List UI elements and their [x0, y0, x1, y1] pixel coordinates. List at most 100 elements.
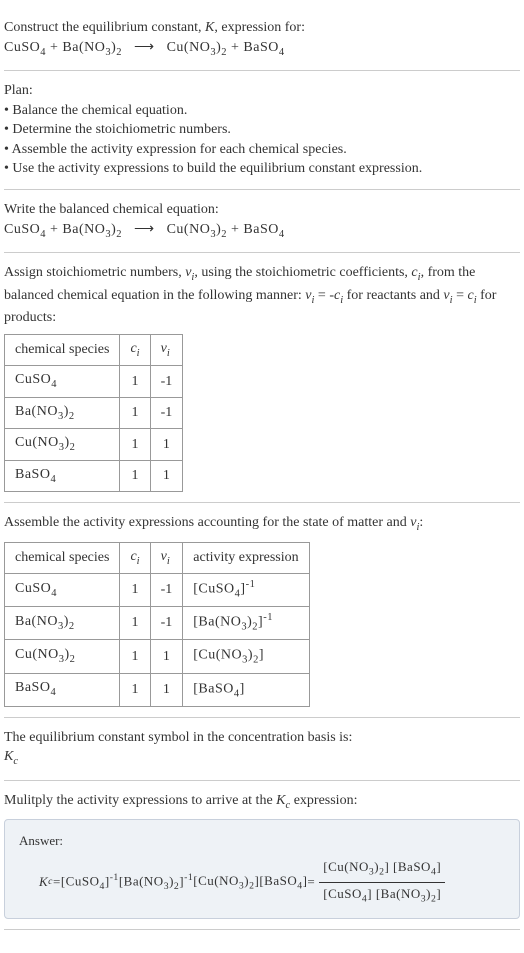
sub: 4 [279, 46, 285, 57]
cell-c: 1 [120, 673, 150, 706]
species: CuSO [4, 222, 40, 237]
table-header-row: chemical species ci νi [5, 334, 183, 365]
answer-label: Answer: [19, 832, 505, 850]
text: : [419, 515, 423, 530]
text: Assign stoichiometric numbers, [4, 265, 185, 280]
cell-nu: -1 [150, 397, 183, 428]
equation-unbalanced: CuSO4 + Ba(NO3)2 ⟶ Cu(NO3)2 + BaSO4 [4, 38, 520, 60]
species: Cu(NO [167, 222, 211, 237]
equation-balanced: CuSO4 + Ba(NO3)2 ⟶ Cu(NO3)2 + BaSO4 [4, 220, 520, 242]
eq: = [307, 873, 315, 891]
plus: + [46, 40, 62, 55]
term: [Ba(NO3)2]-1 [119, 871, 193, 894]
th-nu: νi [150, 334, 183, 365]
cell-nu: -1 [150, 607, 183, 640]
kc: K [39, 873, 48, 891]
stoich-section: Assign stoichiometric numbers, νi, using… [4, 253, 520, 503]
table-header-row: chemical species ci νi activity expressi… [5, 542, 310, 573]
cell-species: Ba(NO3)2 [5, 607, 120, 640]
term: [CuSO4]-1 [61, 871, 119, 894]
cell-nu: 1 [150, 460, 183, 491]
sub: 2 [116, 46, 122, 57]
text: Mulitply the activity expressions to arr… [4, 793, 276, 808]
cell-c: 1 [120, 607, 150, 640]
stoich-intro: Assign stoichiometric numbers, νi, using… [4, 263, 520, 328]
term: [BaSO4] [259, 872, 307, 893]
prompt-text-b: , expression for: [214, 20, 305, 35]
table-row: BaSO411[BaSO4] [5, 673, 310, 706]
th-c: ci [120, 542, 150, 573]
text: expression: [290, 793, 357, 808]
species: Cu(NO [167, 40, 211, 55]
table-row: Ba(NO3)21-1[Ba(NO3)2]-1 [5, 607, 310, 640]
cell-species: BaSO4 [5, 673, 120, 706]
cell-species: Cu(NO3)2 [5, 429, 120, 460]
cell-species: CuSO4 [5, 366, 120, 397]
plus: + [227, 40, 243, 55]
kc: K [276, 793, 285, 808]
plan-bullet: • Balance the chemical equation. [4, 101, 520, 121]
plan-bullet: • Use the activity expressions to build … [4, 159, 520, 179]
species: Ba(NO [62, 40, 105, 55]
final-title: Mulitply the activity expressions to arr… [4, 791, 520, 813]
fraction: [Cu(NO3)2] [BaSO4] [CuSO4] [Ba(NO3)2] [319, 858, 445, 905]
th-nu: νi [150, 542, 183, 573]
table-row: Ba(NO3)21-1 [5, 397, 183, 428]
numerator: [Cu(NO3)2] [BaSO4] [319, 858, 445, 882]
cell-species: CuSO4 [5, 574, 120, 607]
text: = [453, 288, 468, 303]
plus: + [227, 222, 243, 237]
kc-symbol: Kc [4, 747, 520, 769]
balanced-section: Write the balanced chemical equation: Cu… [4, 190, 520, 253]
species: BaSO [243, 40, 278, 55]
th-species: chemical species [5, 334, 120, 365]
answer-box: Answer: Kc = [CuSO4]-1 [Ba(NO3)2]-1 [Cu(… [4, 819, 520, 919]
th-c: ci [120, 334, 150, 365]
plan-section: Plan: • Balance the chemical equation. •… [4, 71, 520, 190]
cell-nu: -1 [150, 574, 183, 607]
cell-activity: [Ba(NO3)2]-1 [183, 607, 309, 640]
cell-species: BaSO4 [5, 460, 120, 491]
plan-bullet: • Determine the stoichiometric numbers. [4, 120, 520, 140]
species: Ba(NO [62, 222, 105, 237]
table-row: CuSO41-1[CuSO4]-1 [5, 574, 310, 607]
cell-nu: 1 [150, 429, 183, 460]
cell-c: 1 [120, 429, 150, 460]
cell-c: 1 [120, 397, 150, 428]
activity-table: chemical species ci νi activity expressi… [4, 542, 310, 707]
cell-c: 1 [120, 366, 150, 397]
arrow-icon: ⟶ [134, 40, 155, 55]
k-symbol: K [205, 20, 214, 35]
species: CuSO [4, 40, 40, 55]
table-row: BaSO411 [5, 460, 183, 491]
eq: = [53, 873, 61, 891]
balanced-title: Write the balanced chemical equation: [4, 200, 520, 220]
sub: i [167, 347, 170, 358]
cell-species: Ba(NO3)2 [5, 397, 120, 428]
sub: 4 [279, 228, 285, 239]
sub: i [137, 347, 140, 358]
table-row: CuSO41-1 [5, 366, 183, 397]
cell-activity: [Cu(NO3)2] [183, 640, 309, 673]
plan-bullet: • Assemble the activity expression for e… [4, 140, 520, 160]
activity-section: Assemble the activity expressions accoun… [4, 503, 520, 718]
symbol-section: The equilibrium constant symbol in the c… [4, 718, 520, 781]
th-activity: activity expression [183, 542, 309, 573]
prompt-text: Construct the equilibrium constant, [4, 20, 205, 35]
sub: 2 [116, 228, 122, 239]
cell-nu: 1 [150, 673, 183, 706]
prompt-line1: Construct the equilibrium constant, K, e… [4, 18, 520, 38]
cell-activity: [BaSO4] [183, 673, 309, 706]
text: = - [314, 288, 334, 303]
text: Assemble the activity expressions accoun… [4, 515, 410, 530]
prompt-section: Construct the equilibrium constant, K, e… [4, 8, 520, 71]
cell-nu: -1 [150, 366, 183, 397]
final-section: Mulitply the activity expressions to arr… [4, 781, 520, 930]
text: for reactants and [343, 288, 443, 303]
plan-title: Plan: [4, 81, 520, 101]
arrow-icon: ⟶ [134, 222, 155, 237]
table-row: Cu(NO3)211[Cu(NO3)2] [5, 640, 310, 673]
cell-c: 1 [120, 460, 150, 491]
term: [Cu(NO3)2] [193, 872, 259, 893]
cell-activity: [CuSO4]-1 [183, 574, 309, 607]
